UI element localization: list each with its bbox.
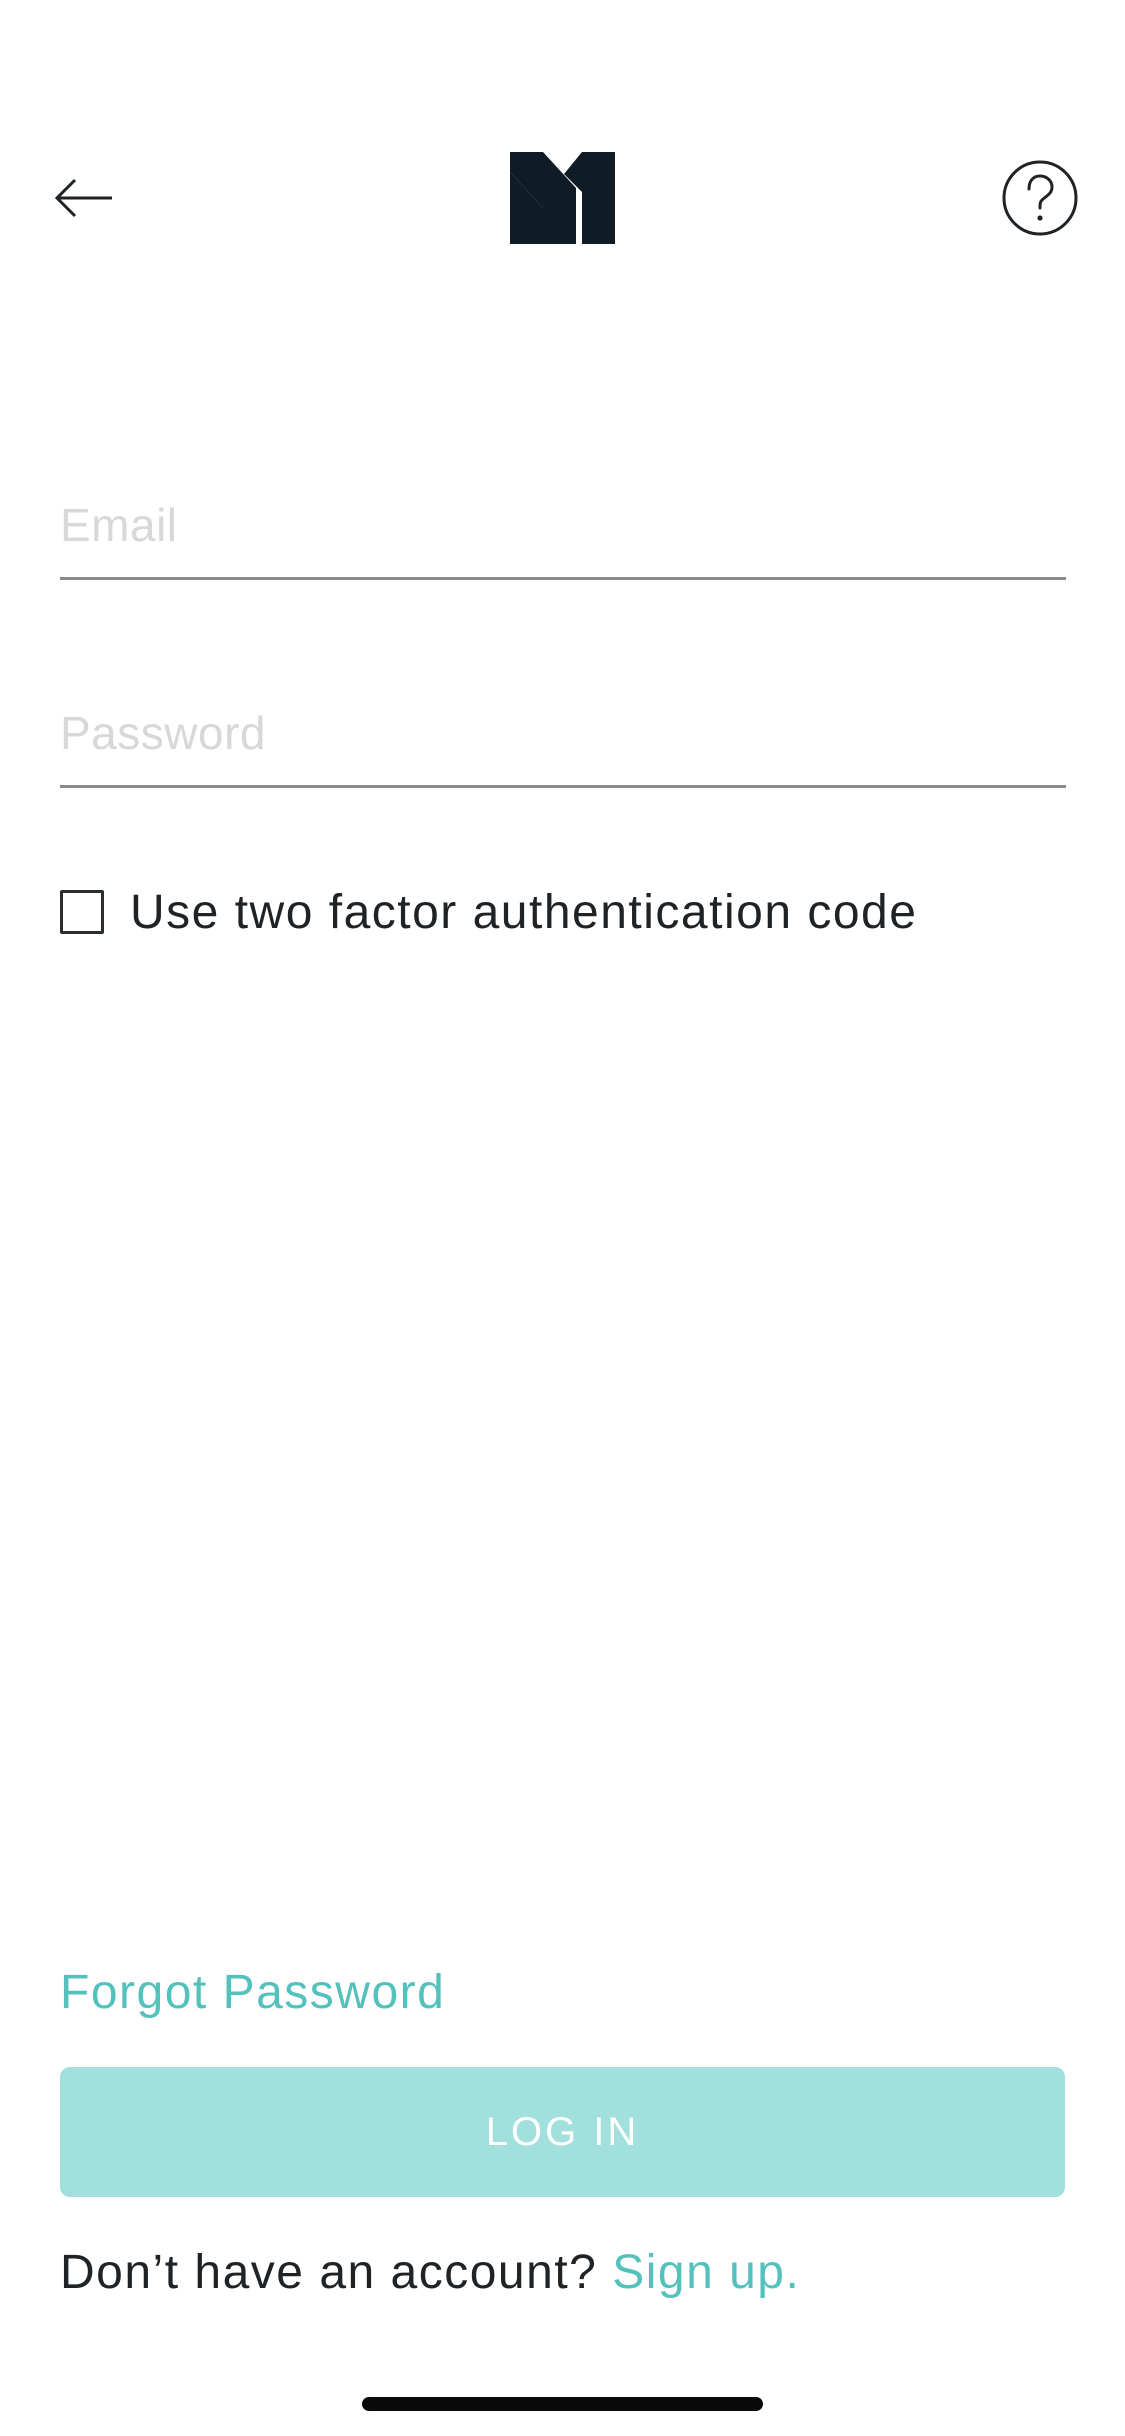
login-button[interactable]: LOG IN xyxy=(60,2067,1065,2197)
help-button[interactable] xyxy=(1000,158,1080,238)
two-factor-checkbox[interactable] xyxy=(60,890,104,934)
forgot-password-link[interactable]: Forgot Password xyxy=(60,1965,445,2020)
password-field-container xyxy=(60,693,1066,788)
signup-row: Don’t have an account? Sign up. xyxy=(60,2245,800,2300)
password-input[interactable] xyxy=(60,693,1066,773)
two-factor-label: Use two factor authentication code xyxy=(130,885,918,939)
m1-logo xyxy=(510,152,615,244)
email-input[interactable] xyxy=(60,485,1066,565)
signup-link[interactable]: Sign up. xyxy=(612,2246,800,2299)
email-field-container xyxy=(60,485,1066,580)
signup-prompt: Don’t have an account? xyxy=(60,2246,613,2299)
back-button[interactable] xyxy=(44,160,124,236)
login-screen: Use two factor authentication code Forgo… xyxy=(0,0,1125,2436)
question-circle-icon xyxy=(1002,160,1078,236)
login-button-label: LOG IN xyxy=(485,2109,640,2154)
two-factor-toggle[interactable]: Use two factor authentication code xyxy=(60,885,918,939)
arrow-left-icon xyxy=(54,178,112,218)
home-indicator xyxy=(362,2397,763,2411)
